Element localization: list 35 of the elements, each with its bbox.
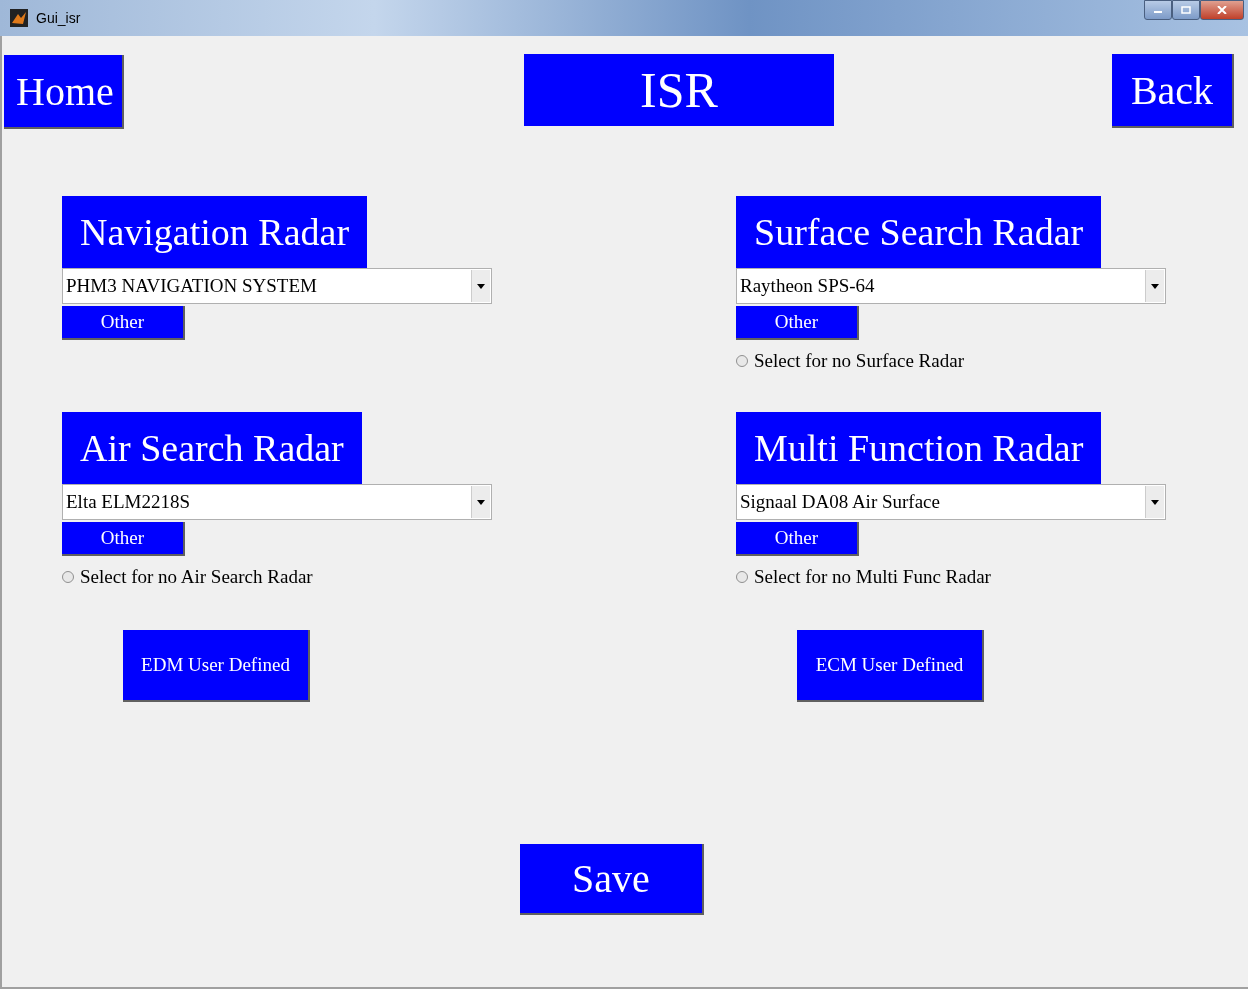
other-button[interactable]: Other	[62, 306, 185, 340]
page-title: ISR	[524, 54, 834, 126]
section-title: Air Search Radar	[62, 412, 362, 484]
radar-dropdown[interactable]: Signaal DA08 Air Surface	[736, 484, 1166, 520]
home-button[interactable]: Home	[4, 55, 124, 129]
other-button[interactable]: Other	[62, 522, 185, 556]
radio-button[interactable]	[62, 571, 74, 583]
section-title: Multi Function Radar	[736, 412, 1102, 484]
radio-label: Select for no Air Search Radar	[80, 566, 313, 588]
section-title: Navigation Radar	[62, 196, 368, 268]
radio-button[interactable]	[736, 355, 748, 367]
radar-dropdown[interactable]: PHM3 NAVIGATION SYSTEM	[62, 268, 492, 304]
save-button[interactable]: Save	[520, 844, 704, 915]
user-defined-button[interactable]: ECM User Defined	[797, 630, 984, 702]
other-button[interactable]: Other	[736, 306, 859, 340]
radio-label: Select for no Multi Func Radar	[754, 566, 991, 588]
close-icon	[1217, 6, 1227, 14]
maximize-button[interactable]	[1172, 0, 1200, 20]
maximize-icon	[1181, 6, 1191, 14]
radar-dropdown[interactable]: Raytheon SPS-64	[736, 268, 1166, 304]
radar-dropdown[interactable]: Elta ELM2218S	[62, 484, 492, 520]
app-icon	[10, 9, 28, 27]
section-title: Surface Search Radar	[736, 196, 1102, 268]
minimize-button[interactable]	[1144, 0, 1172, 20]
other-button[interactable]: Other	[736, 522, 859, 556]
radio-button[interactable]	[736, 571, 748, 583]
dropdown-arrow-icon	[1151, 283, 1159, 289]
radio-label: Select for no Surface Radar	[754, 350, 964, 372]
dropdown-arrow-icon	[477, 283, 485, 289]
dropdown-arrow-icon	[1151, 499, 1159, 505]
user-defined-button[interactable]: EDM User Defined	[123, 630, 310, 702]
window-title: Gui_isr	[36, 10, 81, 26]
close-button[interactable]	[1200, 0, 1244, 20]
dropdown-arrow-icon	[477, 499, 485, 505]
back-button[interactable]: Back	[1112, 54, 1234, 128]
